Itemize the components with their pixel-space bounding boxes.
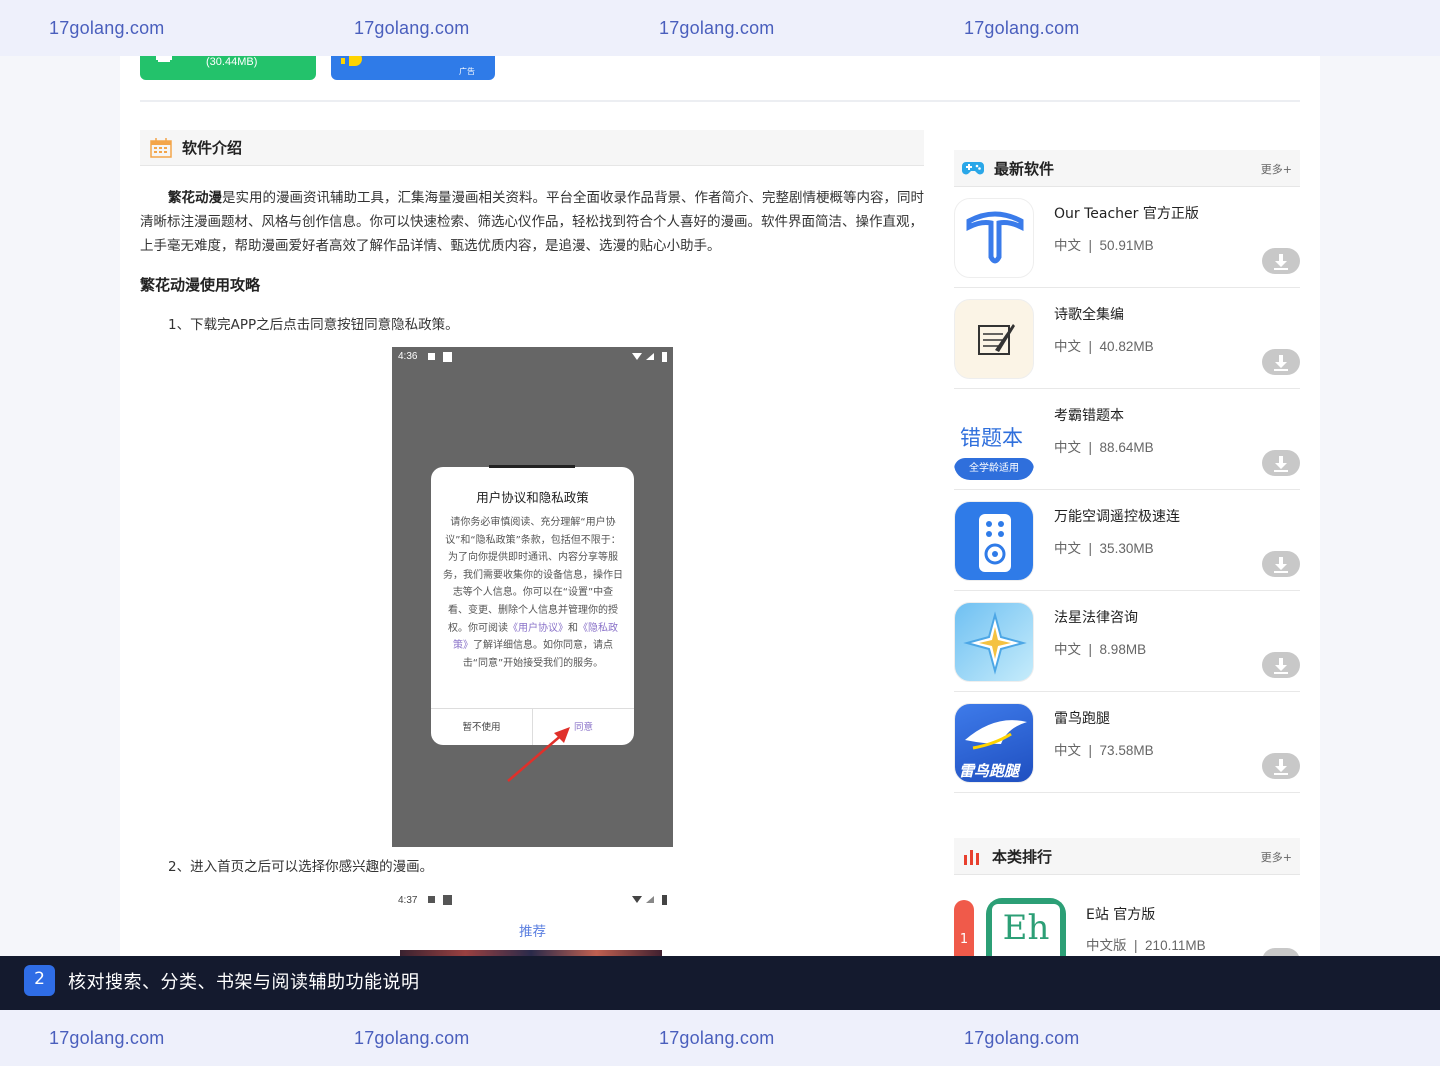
panel-title: 本类排行 <box>992 847 1053 866</box>
app-icon-our-teacher <box>954 198 1034 278</box>
ad-label: 广告 <box>459 67 475 76</box>
latest-software-panel: 最新软件 更多+ Our Teacher 官方正版 中文 | 50.91MB 诗… <box>954 150 1300 793</box>
app-meta: 中文 | 50.91MB <box>1054 238 1154 253</box>
download-icon <box>1274 456 1288 472</box>
app-name: 考霸错题本 <box>1054 408 1124 424</box>
download-button[interactable] <box>1262 349 1300 375</box>
caption-number: 2 <box>24 965 55 996</box>
app-list-item[interactable]: 雷鸟跑腿 雷鸟跑腿 中文 | 73.58MB <box>954 692 1300 793</box>
app-name: 雷鸟跑腿 <box>1054 711 1110 727</box>
calendar-icon <box>150 137 172 158</box>
notification-icon <box>428 895 452 905</box>
app-icon-remote-control <box>954 501 1034 581</box>
app-list-item[interactable]: Our Teacher 官方正版 中文 | 50.91MB <box>954 187 1300 288</box>
watermark-text: 17golang.com <box>49 1027 165 1048</box>
status-time: 4:37 <box>398 895 418 906</box>
app-list-item[interactable]: 诗歌全集编 中文 | 40.82MB <box>954 288 1300 389</box>
intro-text: 是实用的漫画资讯辅助工具，汇集海量漫画相关资料。平台全面收录作品背景、作者简介、… <box>140 190 924 254</box>
download-button[interactable] <box>1262 551 1300 577</box>
app-list-item[interactable]: 万能空调遥控极速连 中文 | 35.30MB <box>954 490 1300 591</box>
more-link[interactable]: 更多+ <box>1261 161 1292 177</box>
download-icon <box>1274 557 1288 573</box>
app-name: 诗歌全集编 <box>1054 307 1124 323</box>
app-meta: 中文版 | 210.11MB <box>1086 938 1206 953</box>
app-list-item[interactable]: 错题本 全学龄适用 考霸错题本 中文 | 88.64MB <box>954 389 1300 490</box>
download-icon <box>1274 254 1288 270</box>
app-name: 法星法律咨询 <box>1054 610 1138 626</box>
caption-text: 核对搜索、分类、书架与阅读辅助功能说明 <box>68 972 420 993</box>
app-icon-eh: Eh <box>986 898 1066 958</box>
watermark-bar-bottom: 17golang.com 17golang.com 17golang.com 1… <box>0 1010 1440 1066</box>
watermark-bar-top: 17golang.com 17golang.com 17golang.com 1… <box>0 0 1440 56</box>
download-icon <box>1274 759 1288 775</box>
app-name: E站 官方版 <box>1086 907 1156 923</box>
guide-title: 繁花动漫使用攻略 <box>140 276 261 294</box>
section-header: 软件介绍 <box>140 130 924 166</box>
more-link[interactable]: 更多+ <box>1261 849 1292 865</box>
download-button[interactable] <box>1262 753 1300 779</box>
app-meta: 中文 | 8.98MB <box>1054 642 1147 657</box>
app-icon-law-star <box>954 602 1034 682</box>
download-button[interactable] <box>1262 652 1300 678</box>
app-meta: 中文 | 88.64MB <box>1054 440 1154 455</box>
download-icon <box>1274 658 1288 674</box>
app-icon-thunderbird: 雷鸟跑腿 <box>954 703 1034 783</box>
app-name: 万能空调遥控极速连 <box>1054 509 1180 525</box>
app-meta: 中文 | 73.58MB <box>1054 743 1154 758</box>
app-meta: 中文 | 40.82MB <box>1054 339 1154 354</box>
dialog-title: 用户协议和隐私政策 <box>476 490 589 505</box>
step-1-text: 1、下载完APP之后点击同意按钮同意隐私政策。 <box>168 317 459 333</box>
screenshot-privacy-dialog: 4:36 用户协议和隐私政策 请你务必审慎阅读、充分理解“用户协议”和“隐私政策… <box>392 347 673 847</box>
bar-chart-icon <box>964 850 979 865</box>
download-size: (30.44MB) <box>206 56 258 68</box>
divider <box>140 100 1300 102</box>
signal-battery-icon <box>632 352 667 362</box>
watermark-text: 17golang.com <box>964 17 1080 38</box>
ranking-item[interactable]: 1 Eh E站 官方版 中文版 | 210.11MB <box>954 898 1300 974</box>
privacy-dialog: 用户协议和隐私政策 请你务必审慎阅读、充分理解“用户协议”和“隐私政策”条款，包… <box>431 465 634 745</box>
watermark-text: 17golang.com <box>49 17 165 38</box>
recommend-tab: 推荐 <box>519 924 546 940</box>
app-name: 繁花动漫 <box>168 190 222 206</box>
app-name: Our Teacher 官方正版 <box>1054 206 1199 222</box>
caption-bar: 2 核对搜索、分类、书架与阅读辅助功能说明 <box>0 956 1440 1010</box>
screenshot-home: 4:37 推荐 <box>392 890 673 960</box>
section-title: 软件介绍 <box>182 139 243 157</box>
intro-paragraph: 繁花动漫是实用的漫画资讯辅助工具，汇集海量漫画相关资料。平台全面收录作品背景、作… <box>140 186 924 258</box>
phone-status-bar: 4:36 <box>392 347 673 367</box>
step-2-text: 2、进入首页之后可以选择你感兴趣的漫画。 <box>168 859 434 875</box>
watermark-text: 17golang.com <box>354 17 470 38</box>
gamepad-icon <box>962 162 984 175</box>
dialog-body: 请你务必审慎阅读、充分理解“用户协议”和“隐私政策”条款，包括但不限于：为了向你… <box>443 517 623 669</box>
app-meta: 中文 | 35.30MB <box>1054 541 1154 556</box>
software-intro-section: 软件介绍 繁花动漫是实用的漫画资讯辅助工具，汇集海量漫画相关资料。平台全面收录作… <box>140 130 924 960</box>
status-time: 4:36 <box>398 351 418 362</box>
watermark-text: 17golang.com <box>659 1027 775 1048</box>
rank-badge: 1 <box>954 900 974 960</box>
watermark-text: 17golang.com <box>354 1027 470 1048</box>
panel-header: 最新软件 更多+ <box>954 150 1300 187</box>
download-button[interactable] <box>1262 248 1300 274</box>
panel-title: 最新软件 <box>994 159 1055 178</box>
red-arrow-icon <box>507 727 570 782</box>
user-agreement-link: 《用户协议》 <box>508 622 568 634</box>
download-icon <box>1274 355 1288 371</box>
watermark-text: 17golang.com <box>964 1027 1080 1048</box>
panel-header: 本类排行 更多+ <box>954 838 1300 875</box>
notification-icon <box>428 352 452 362</box>
app-icon-poetry <box>954 299 1034 379</box>
app-list-item[interactable]: 法星法律咨询 中文 | 8.98MB <box>954 591 1300 692</box>
watermark-text: 17golang.com <box>659 17 775 38</box>
ranking-panel: 本类排行 更多+ <box>954 838 1300 875</box>
app-icon-error-book: 错题本 全学龄适用 <box>954 400 1034 480</box>
download-button[interactable] <box>1262 450 1300 476</box>
signal-battery-icon <box>632 895 667 905</box>
